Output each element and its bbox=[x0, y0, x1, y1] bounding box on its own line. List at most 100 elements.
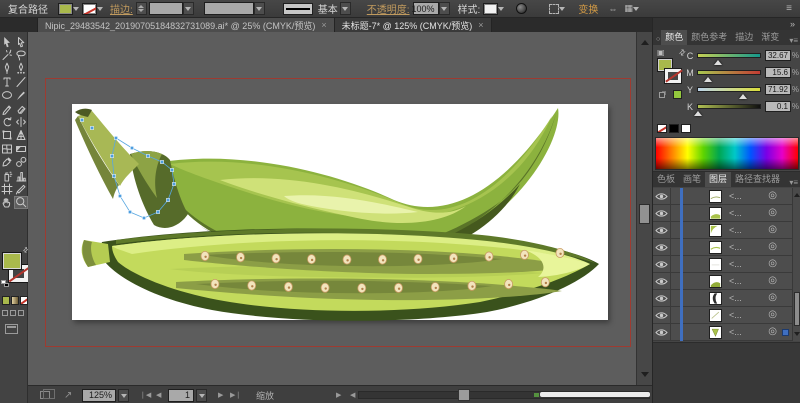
scroll-down-icon[interactable] bbox=[641, 372, 649, 381]
slider-thumb[interactable] bbox=[738, 90, 747, 99]
visibility-eye-icon[interactable] bbox=[653, 289, 671, 307]
none-mode-button[interactable] bbox=[20, 296, 28, 305]
magic-wand-tool[interactable] bbox=[0, 48, 14, 61]
layer-thumbnail[interactable] bbox=[709, 291, 722, 305]
vertical-scrollbar[interactable] bbox=[636, 32, 652, 385]
color-panel-tab[interactable]: 描边 bbox=[731, 30, 757, 45]
brush-stroke-preview[interactable] bbox=[282, 2, 313, 15]
target-circle-icon[interactable]: ◎ bbox=[768, 259, 777, 269]
line-segment-tool[interactable] bbox=[14, 75, 28, 88]
document-tab[interactable]: 未标题-7* @ 125% (CMYK/预览) × bbox=[334, 18, 492, 32]
blend-tool[interactable] bbox=[14, 156, 28, 169]
layers-scroll-thumb[interactable] bbox=[794, 292, 800, 326]
slice-tool[interactable] bbox=[14, 182, 28, 195]
launch-bridge-icon[interactable] bbox=[40, 386, 55, 403]
layers-panel-tab[interactable]: 图层 bbox=[705, 172, 732, 187]
target-circle-icon[interactable]: ◎ bbox=[768, 293, 777, 303]
perspective-grid-tool[interactable] bbox=[14, 129, 28, 142]
stroke-weight-link[interactable]: 描边: bbox=[110, 1, 133, 16]
next-artboard-icon[interactable]: ▶ bbox=[218, 386, 223, 403]
scroll-up-icon[interactable] bbox=[641, 36, 649, 45]
default-fill-stroke-icon[interactable] bbox=[1, 280, 10, 288]
target-circle-icon[interactable]: ◎ bbox=[768, 310, 777, 320]
channel-slider[interactable] bbox=[697, 53, 761, 65]
layers-scrollbar[interactable] bbox=[792, 188, 800, 341]
layer-row[interactable]: <... ◎ bbox=[653, 272, 800, 290]
layers-panel-tab[interactable]: 色板 bbox=[653, 172, 679, 187]
layer-thumbnail[interactable] bbox=[709, 206, 722, 220]
artboard-dropdown[interactable] bbox=[196, 386, 207, 403]
artboard-number-field[interactable]: 1 bbox=[168, 386, 194, 403]
channel-value-field[interactable]: 0.1 bbox=[765, 101, 791, 112]
isolate-dropdown[interactable] bbox=[632, 7, 639, 14]
isolate-selection-icon[interactable]: ▦ bbox=[624, 3, 633, 14]
brush-definition-label[interactable]: 基本 bbox=[318, 1, 338, 16]
draw-behind-button[interactable] bbox=[10, 310, 16, 316]
document-tab[interactable]: Nipic_29483542_20190705184832731089.ai* … bbox=[38, 18, 335, 32]
collapse-panels-icon[interactable]: » bbox=[653, 18, 800, 30]
layer-thumbnail[interactable] bbox=[709, 308, 722, 322]
layer-row[interactable]: <... ◎ bbox=[653, 306, 800, 324]
column-graph-tool[interactable] bbox=[14, 169, 28, 182]
channel-slider[interactable] bbox=[694, 104, 761, 116]
layer-thumbnail[interactable] bbox=[709, 257, 722, 271]
vertical-scroll-thumb[interactable] bbox=[639, 204, 650, 224]
tab-close-icon[interactable]: × bbox=[321, 20, 326, 30]
visibility-eye-icon[interactable] bbox=[653, 272, 671, 290]
layer-row[interactable]: <... ◎ bbox=[653, 238, 800, 256]
channel-slider[interactable] bbox=[697, 70, 761, 82]
target-circle-icon[interactable]: ◎ bbox=[768, 191, 777, 201]
visibility-eye-icon[interactable] bbox=[653, 187, 671, 205]
type-tool[interactable] bbox=[0, 75, 14, 88]
fill-proxy-swatch[interactable] bbox=[2, 252, 22, 270]
stroke-weight-dropdown[interactable] bbox=[182, 2, 194, 15]
layer-label[interactable]: <... bbox=[729, 208, 742, 218]
select-similar-icon[interactable] bbox=[549, 3, 560, 14]
layer-row[interactable]: <... ◎ bbox=[653, 255, 800, 273]
recolor-artwork-icon[interactable] bbox=[516, 3, 528, 14]
okra-pod[interactable] bbox=[81, 228, 599, 321]
control-panel-menu-icon[interactable]: ≡ bbox=[786, 3, 792, 14]
draw-normal-button[interactable] bbox=[2, 310, 8, 316]
hand-tool[interactable] bbox=[0, 196, 14, 209]
target-circle-icon[interactable]: ◎ bbox=[768, 208, 777, 218]
first-artboard-icon[interactable]: ❘◀ bbox=[140, 386, 151, 403]
in-gamut-swatch[interactable] bbox=[673, 90, 682, 99]
layer-label[interactable]: <... bbox=[729, 259, 742, 269]
none-swatch[interactable] bbox=[657, 124, 667, 133]
pencil-tool[interactable] bbox=[0, 102, 14, 115]
rotate-tool[interactable] bbox=[0, 115, 14, 128]
layers-panel-tab[interactable]: 画笔 bbox=[679, 172, 705, 187]
gradient-tool[interactable] bbox=[14, 142, 28, 155]
layer-row[interactable]: <... ◎ bbox=[653, 221, 800, 239]
layer-thumbnail[interactable] bbox=[709, 189, 722, 203]
artboard-tool[interactable] bbox=[0, 182, 14, 195]
curvature-tool[interactable] bbox=[14, 62, 28, 75]
opacity-dropdown[interactable] bbox=[438, 2, 450, 15]
layers-panel-tab[interactable]: 路径查找器 bbox=[731, 172, 784, 187]
panel-collapse-icon[interactable]: ○ bbox=[653, 33, 661, 45]
hscroll-left-icon[interactable]: ▶ bbox=[336, 386, 341, 403]
share-icon[interactable]: ↗ bbox=[64, 386, 72, 403]
color-panel-menu-icon[interactable]: ▾≡ bbox=[789, 33, 800, 45]
layers-scroll-up-icon[interactable] bbox=[794, 190, 800, 197]
layer-thumbnail[interactable] bbox=[709, 325, 722, 339]
visibility-eye-icon[interactable] bbox=[653, 238, 671, 256]
color-panel-tab[interactable]: 颜色参考 bbox=[687, 30, 731, 45]
layer-label[interactable]: <... bbox=[729, 310, 742, 320]
last-artboard-icon[interactable]: ▶❘ bbox=[230, 386, 241, 403]
layer-row[interactable]: <... ◎ bbox=[653, 289, 800, 307]
hscroll-right-icon[interactable]: ◀ bbox=[350, 386, 355, 403]
variable-width-field[interactable] bbox=[203, 2, 254, 15]
brush-definition-dropdown[interactable] bbox=[339, 2, 351, 15]
width-tool[interactable] bbox=[14, 115, 28, 128]
screen-mode-button[interactable] bbox=[5, 324, 18, 334]
zoom-level-field[interactable]: 125% bbox=[82, 386, 116, 403]
target-circle-icon[interactable]: ◎ bbox=[768, 242, 777, 252]
vegetable-artwork[interactable] bbox=[72, 104, 608, 321]
channel-value-field[interactable]: 71.92 bbox=[765, 84, 791, 95]
lasso-tool[interactable] bbox=[14, 48, 28, 61]
stroke-weight-field[interactable] bbox=[148, 2, 183, 15]
layers-panel-menu-icon[interactable]: ▾≡ bbox=[789, 175, 800, 187]
artboard[interactable] bbox=[72, 104, 608, 321]
